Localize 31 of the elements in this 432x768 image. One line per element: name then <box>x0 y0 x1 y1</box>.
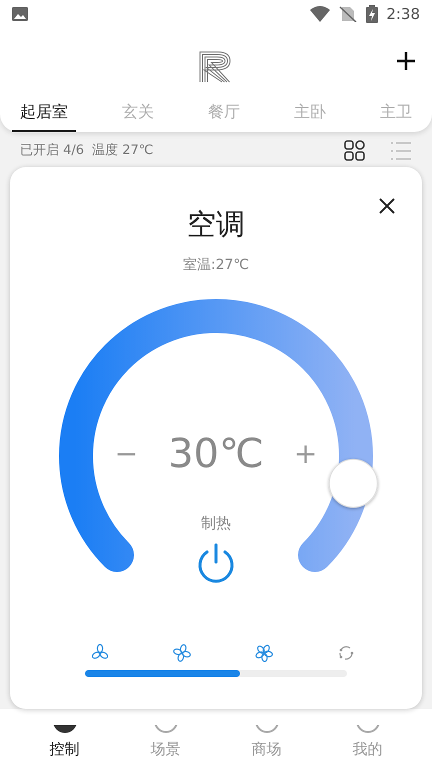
nav-tab[interactable]: 场景 <box>150 738 180 760</box>
room-tab[interactable]: 主卫 <box>372 100 420 132</box>
auto-mode-icon[interactable] <box>337 644 355 662</box>
room-tab[interactable]: 主卧 <box>286 100 334 132</box>
nav-tab[interactable]: 我的 <box>352 738 382 760</box>
room-temperature: 温度 27℃ <box>92 142 154 160</box>
nav-icon[interactable] <box>52 724 78 734</box>
fan-speed-icon[interactable] <box>91 644 109 662</box>
decrease-button[interactable]: − <box>110 440 142 468</box>
grid-view-button[interactable] <box>344 140 366 161</box>
nav-tab[interactable]: 控制 <box>50 738 80 760</box>
room-temperature: 室温:27℃ <box>182 256 250 272</box>
slider-thumb[interactable] <box>328 458 378 508</box>
fan-speed-icon[interactable] <box>255 644 273 662</box>
setpoint-temperature: 30℃ <box>168 434 264 474</box>
mode-label: 制热 <box>201 512 231 534</box>
fan-speed-icon[interactable] <box>173 644 191 662</box>
wifi-icon <box>310 6 330 22</box>
room-tab[interactable]: 起居室 <box>12 100 76 132</box>
battery-icon <box>366 5 378 23</box>
image-icon <box>12 7 28 21</box>
room-tab[interactable]: 餐厅 <box>200 100 248 132</box>
room-tab[interactable]: 玄关 <box>114 100 162 132</box>
nav-tab[interactable]: 商场 <box>252 738 282 760</box>
status-time: 2:38 <box>386 4 420 25</box>
plus-icon <box>396 50 416 71</box>
open-count: 已开启 4/6 <box>20 142 84 160</box>
power-button[interactable] <box>196 542 236 586</box>
increase-button[interactable]: + <box>290 440 322 468</box>
no-sim-icon <box>338 6 358 22</box>
device-title: 空调 <box>187 207 245 241</box>
